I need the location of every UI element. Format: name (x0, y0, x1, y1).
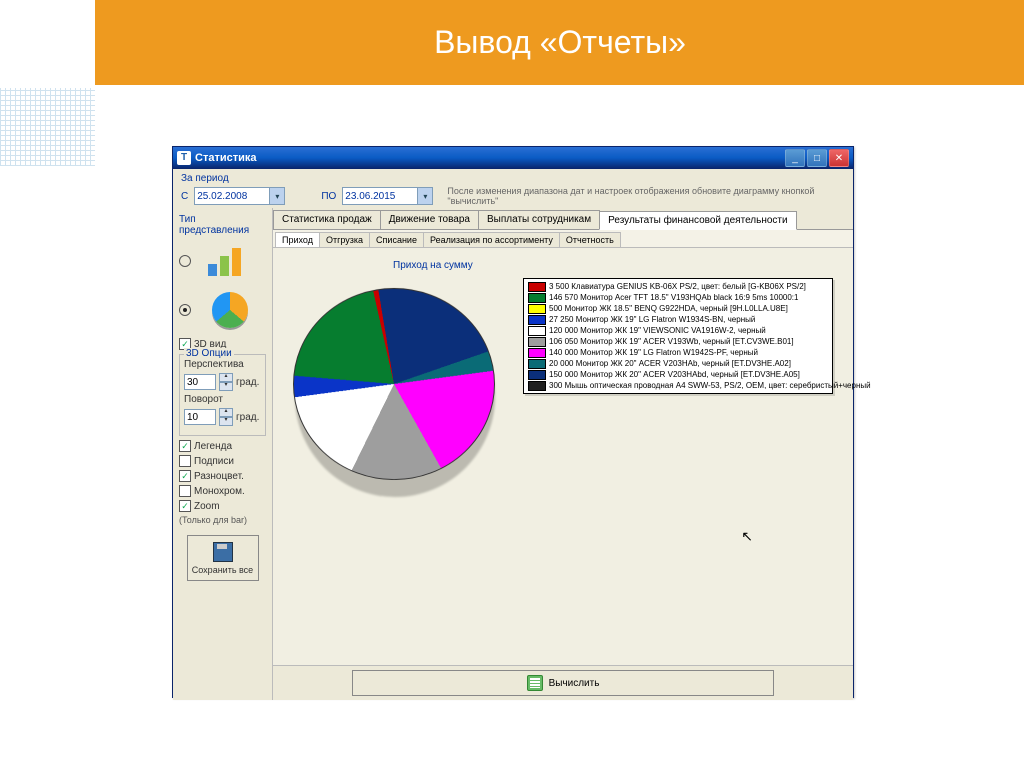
bar-chart-icon (206, 244, 254, 278)
close-button[interactable]: ✕ (829, 149, 849, 167)
main-tab[interactable]: Статистика продаж (273, 210, 381, 229)
date-from-input[interactable]: 25.02.2008 ▾ (194, 187, 285, 205)
legend-item: 146 570 Монитор Acer TFT 18.5" V193HQAb … (528, 292, 828, 303)
statistics-window: T Статистика _ □ ✕ За период С 25.02.200… (172, 146, 854, 698)
perspective-label: Перспектива (184, 359, 261, 370)
calculator-icon (527, 675, 543, 691)
dropdown-icon[interactable]: ▾ (417, 188, 432, 204)
view-pie-radio[interactable] (179, 286, 266, 334)
sub-tab[interactable]: Списание (369, 232, 424, 247)
chart-title: Приход на сумму (393, 260, 473, 271)
right-panel: Статистика продажДвижение товараВыплаты … (273, 208, 853, 700)
legend-checkbox[interactable]: ✓Легенда (179, 440, 266, 452)
sub-tab[interactable]: Реализация по ассортименту (423, 232, 560, 247)
pie-chart-icon (212, 292, 248, 328)
date-from-value: 25.02.2008 (197, 191, 247, 202)
labels-checkbox[interactable]: Подписи (179, 455, 266, 467)
date-to-value: 23.06.2015 (345, 191, 395, 202)
chart-area: Приход на сумму 3 500 Клавиатура GENIUS … (273, 248, 853, 665)
rotation-label: Поворот (184, 394, 261, 405)
floppy-icon (213, 542, 233, 562)
zoom-hint: (Только для bar) (179, 515, 266, 525)
pie-chart (293, 283, 503, 493)
maximize-button[interactable]: □ (807, 149, 827, 167)
legend-item: 120 000 Монитор ЖК 19" VIEWSONIC VA1916W… (528, 325, 828, 336)
left-panel: Тип представления ✓3D вид 3D Опции Персп… (173, 208, 273, 700)
perspective-input[interactable] (184, 374, 216, 390)
period-label: За период (181, 173, 229, 184)
cursor-icon: ↖ (741, 528, 753, 545)
slide-title: Вывод «Отчеты» (95, 0, 1024, 85)
3d-options-group: 3D Опции Перспектива ▴▾ град. Поворот ▴▾… (179, 354, 266, 436)
main-tabs: Статистика продажДвижение товараВыплаты … (273, 208, 853, 230)
slide-decoration (0, 88, 95, 166)
legend-item: 3 500 Клавиатура GENIUS KB-06X PS/2, цве… (528, 281, 828, 292)
from-label: С (181, 191, 188, 202)
legend-item: 140 000 Монитор ЖК 19" LG Flatron W1942S… (528, 347, 828, 358)
sub-tab[interactable]: Приход (275, 232, 320, 247)
color-checkbox[interactable]: ✓Разноцвет. (179, 470, 266, 482)
main-tab[interactable]: Выплаты сотрудникам (478, 210, 600, 229)
titlebar[interactable]: T Статистика _ □ ✕ (173, 147, 853, 169)
sub-tab[interactable]: Отчетность (559, 232, 621, 247)
period-bar: За период С 25.02.2008 ▾ ПО 23.06.2015 ▾… (173, 169, 853, 208)
legend-item: 20 000 Монитор ЖК 20" ACER V203HAb, черн… (528, 358, 828, 369)
date-to-input[interactable]: 23.06.2015 ▾ (342, 187, 433, 205)
perspective-spinner[interactable]: ▴▾ град. (184, 373, 261, 391)
legend-item: 500 Монитор ЖК 18.5" BENQ G922HDA, черны… (528, 303, 828, 314)
view-type-label: Тип представления (179, 214, 266, 236)
mono-checkbox[interactable]: Монохром. (179, 485, 266, 497)
dropdown-icon[interactable]: ▾ (269, 188, 284, 204)
view-bar-radio[interactable] (179, 240, 266, 282)
rotation-spinner[interactable]: ▴▾ град. (184, 408, 261, 426)
app-icon: T (177, 151, 191, 165)
legend-item: 106 050 Монитор ЖК 19" ACER V193Wb, черн… (528, 336, 828, 347)
main-tab[interactable]: Результаты финансовой деятельности (599, 211, 796, 230)
minimize-button[interactable]: _ (785, 149, 805, 167)
legend-item: 300 Мышь оптическая проводная A4 SWW-53,… (528, 380, 828, 391)
zoom-checkbox[interactable]: ✓Zoom (179, 500, 266, 512)
window-title: Статистика (195, 152, 785, 164)
legend-item: 150 000 Монитор ЖК 20" ACER V203HAbd, че… (528, 369, 828, 380)
3d-options-label: 3D Опции (184, 348, 234, 359)
chart-legend: 3 500 Клавиатура GENIUS KB-06X PS/2, цве… (523, 278, 833, 394)
to-label: ПО (321, 191, 336, 202)
legend-item: 27 250 Монитор ЖК 19" LG Flatron W1934S-… (528, 314, 828, 325)
compute-button[interactable]: Вычислить (352, 670, 774, 696)
save-all-button[interactable]: Сохранить все (187, 535, 259, 581)
sub-tab[interactable]: Отгрузка (319, 232, 370, 247)
sub-tabs: ПриходОтгрузкаСписаниеРеализация по ассо… (273, 230, 853, 248)
period-hint: После изменения диапазона дат и настроек… (447, 186, 845, 206)
rotation-input[interactable] (184, 409, 216, 425)
main-tab[interactable]: Движение товара (380, 210, 479, 229)
